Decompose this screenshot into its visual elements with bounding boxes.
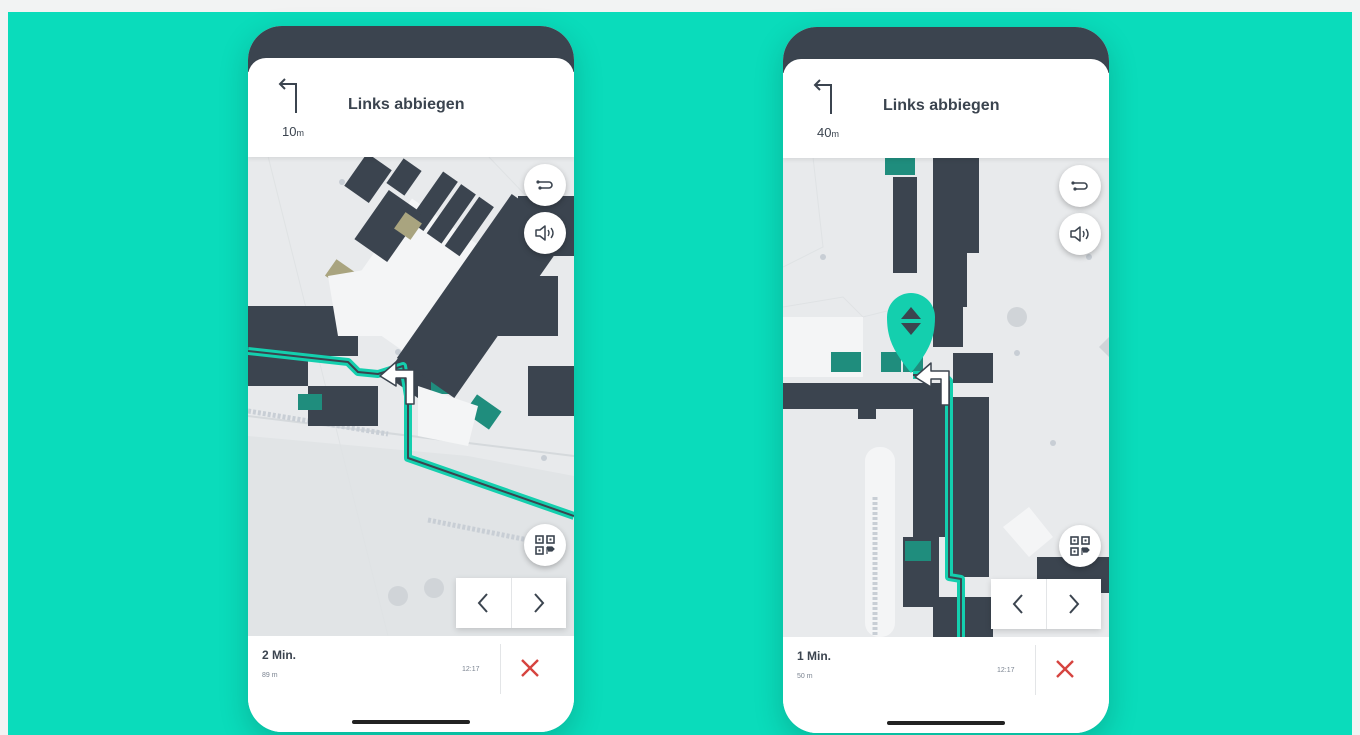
indoor-map[interactable] [783, 157, 1109, 637]
qr-code-icon [535, 535, 555, 555]
step-navigation [456, 578, 566, 628]
divider [500, 644, 501, 694]
speaker-icon [535, 225, 554, 241]
turn-instruction: Links abbiegen [348, 96, 465, 113]
close-icon[interactable] [516, 654, 544, 682]
turn-instruction: Links abbiegen [883, 97, 1000, 114]
home-indicator [352, 720, 470, 724]
arrival-time: 12:17 [997, 667, 1015, 674]
arrow-left-icon [477, 593, 488, 613]
trip-summary: 2 Min. 89 m 12:17 [248, 636, 574, 732]
remaining-distance: 50 m [797, 673, 813, 680]
navigation-header: 40m Links abbiegen [783, 59, 1109, 158]
home-indicator [887, 721, 1005, 725]
eta-duration: 1 Min. [797, 649, 832, 663]
arrow-right-icon [534, 593, 545, 613]
trip-summary: 1 Min. 50 m 12:17 [783, 637, 1109, 733]
next-step-button[interactable] [1047, 579, 1102, 629]
sound-button[interactable] [1059, 213, 1101, 255]
qr-code-icon [1070, 536, 1090, 556]
qr-scan-button[interactable] [1059, 525, 1101, 567]
previous-step-button[interactable] [991, 579, 1047, 629]
sound-button[interactable] [524, 212, 566, 254]
eta-duration: 2 Min. [262, 648, 297, 662]
step-navigation [991, 579, 1101, 629]
qr-scan-button[interactable] [524, 524, 566, 566]
arrow-right-icon [1069, 594, 1080, 614]
turn-left-icon [278, 78, 297, 113]
arrival-time: 12:17 [462, 666, 480, 673]
navigation-header: 10m Links abbiegen [248, 58, 574, 157]
phone-screen-2: 40m Links abbiegen 1 Min. 50 m 12:17 [783, 27, 1109, 733]
route-options-icon [536, 180, 553, 190]
route-options-icon [1071, 181, 1088, 191]
remaining-distance: 89 m [262, 672, 278, 679]
turn-distance: 40m [817, 125, 839, 140]
background: 10m Links abbiegen 2 Min. 89 m 12:17 40m… [8, 12, 1352, 735]
speaker-icon [1070, 226, 1089, 242]
indoor-map[interactable] [248, 156, 574, 636]
route-options-button[interactable] [524, 164, 566, 206]
divider [1035, 645, 1036, 695]
close-icon[interactable] [1051, 655, 1079, 683]
turn-left-icon [813, 79, 832, 114]
arrow-left-icon [1012, 594, 1023, 614]
next-step-button[interactable] [512, 578, 567, 628]
previous-step-button[interactable] [456, 578, 512, 628]
route-options-button[interactable] [1059, 165, 1101, 207]
phone-screen-1: 10m Links abbiegen 2 Min. 89 m 12:17 [248, 26, 574, 732]
turn-distance: 10m [282, 124, 304, 139]
